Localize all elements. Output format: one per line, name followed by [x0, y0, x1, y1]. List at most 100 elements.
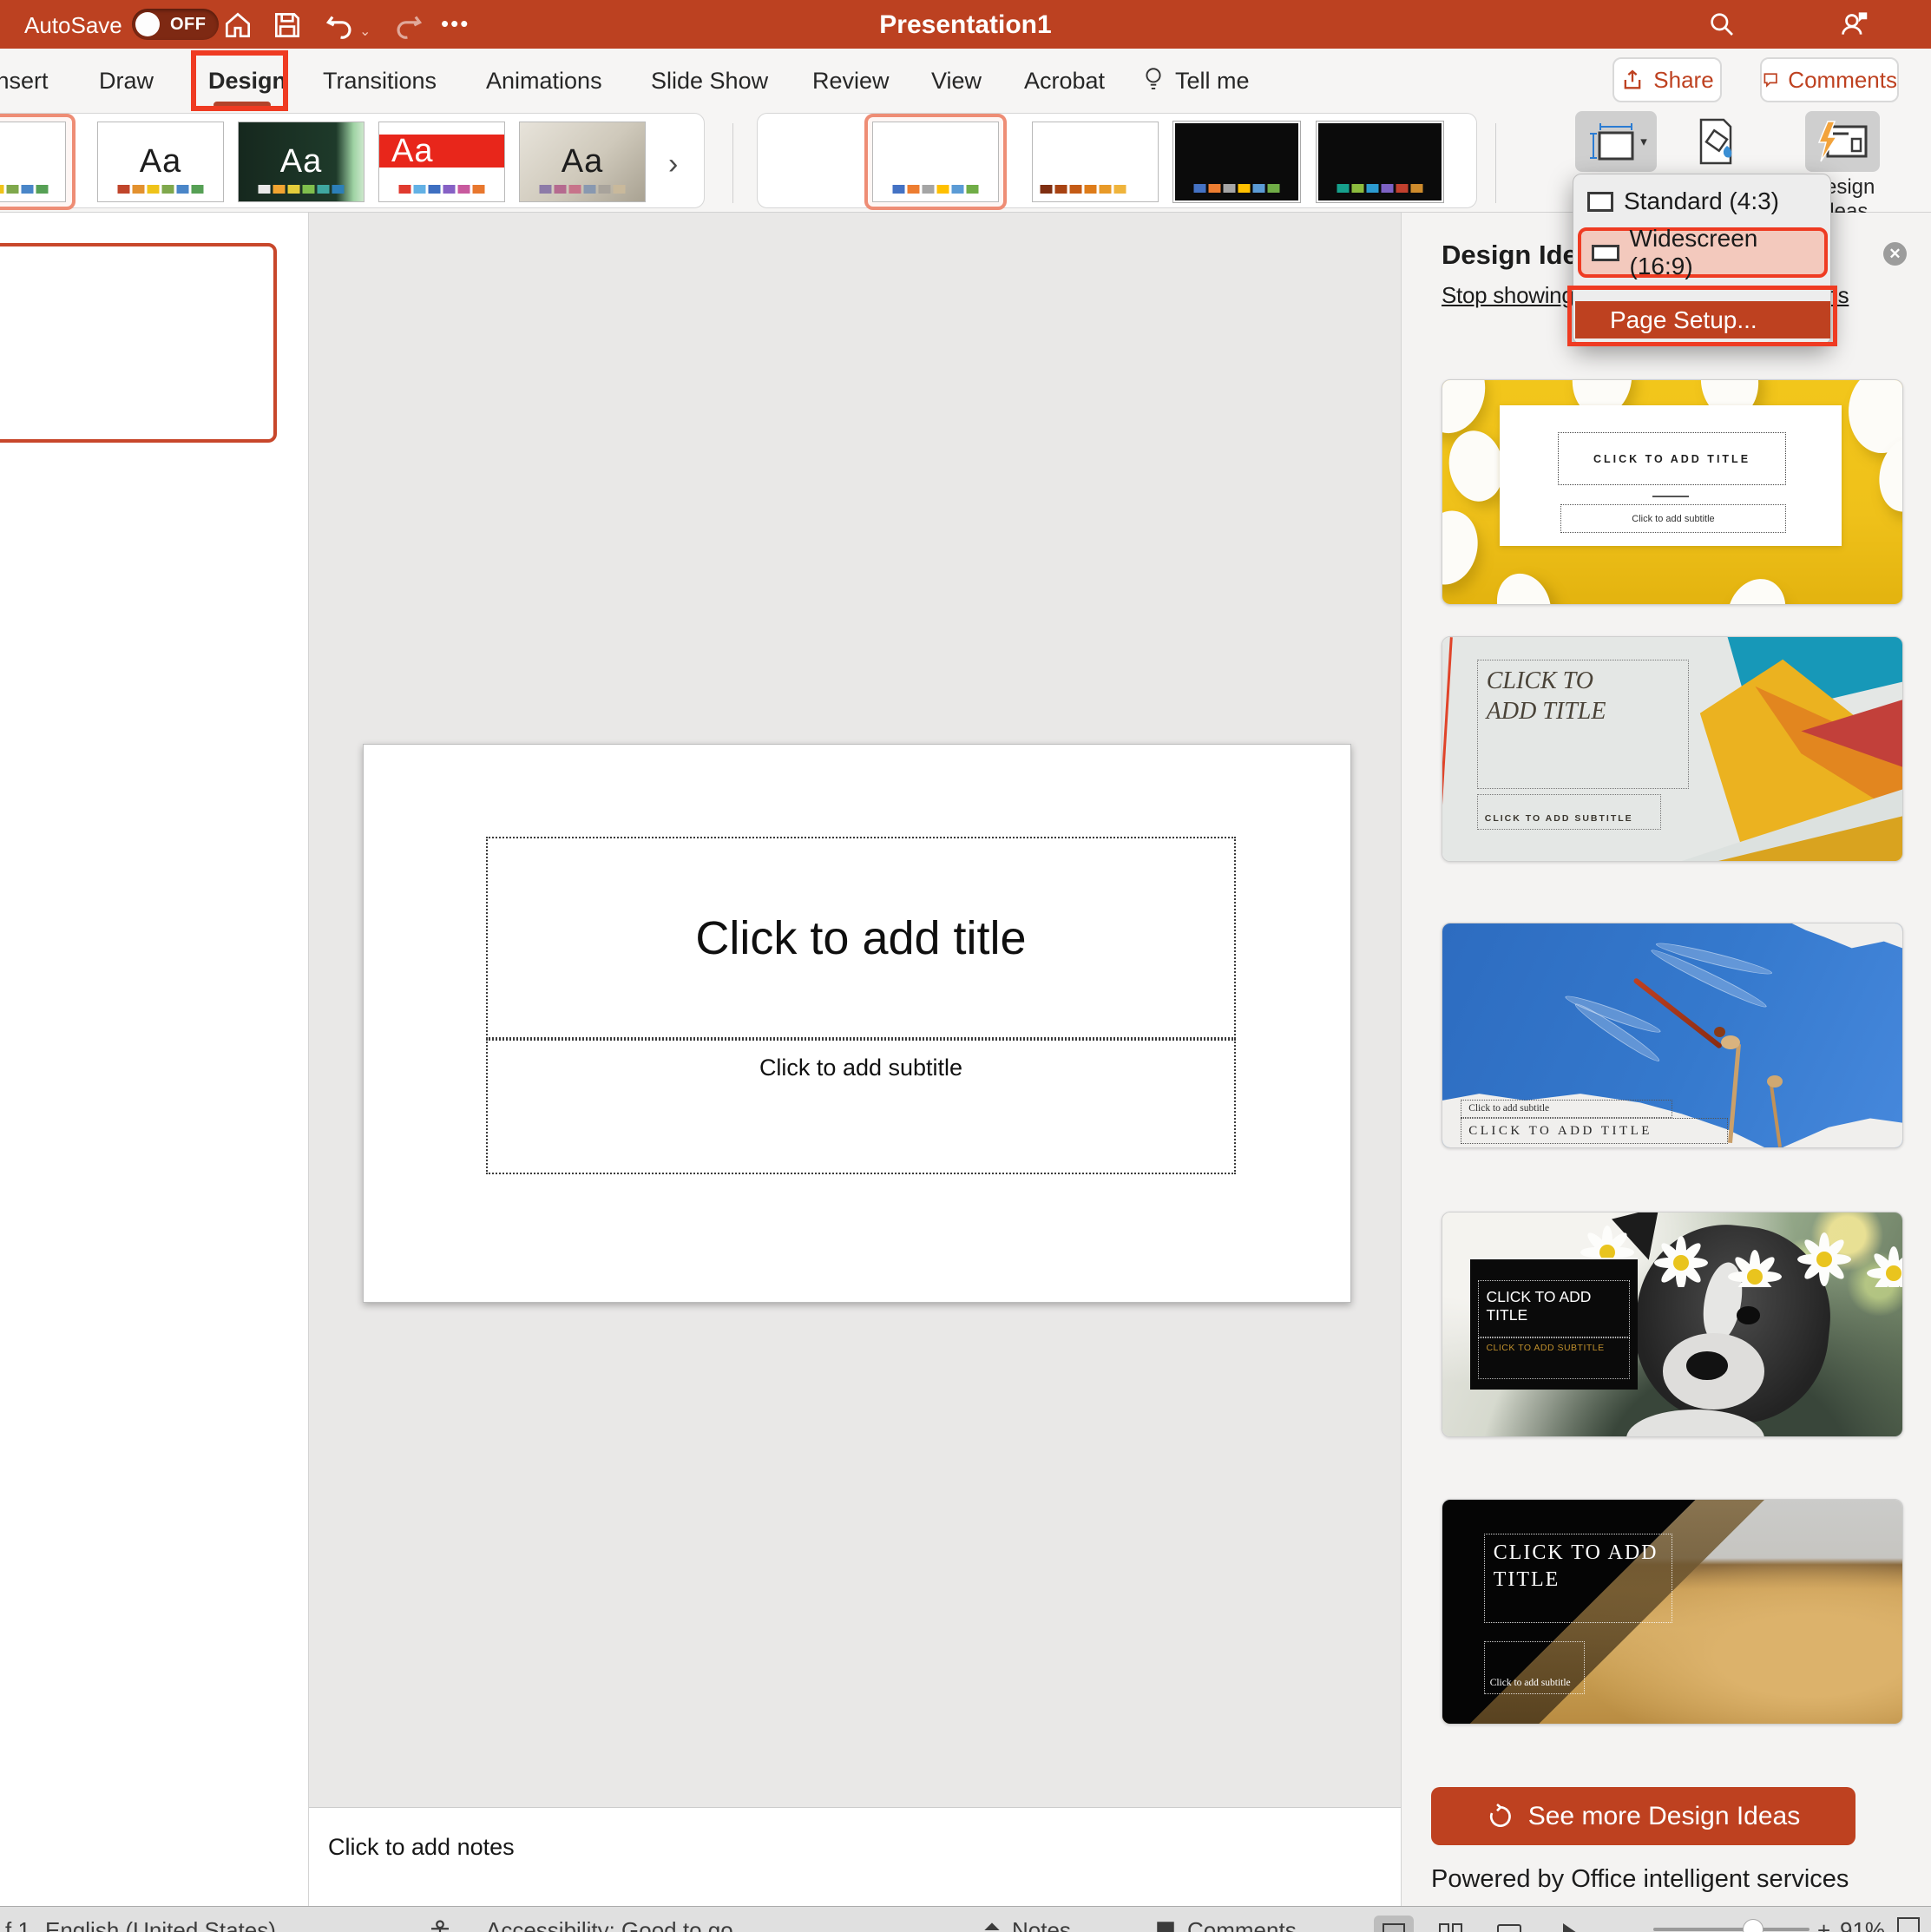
- theme-color-square: [147, 185, 160, 194]
- zoom-in-button[interactable]: +: [1817, 1917, 1830, 1932]
- theme-color-square: [1069, 185, 1082, 194]
- design-ideas-icon: [1817, 121, 1868, 162]
- variant-thumbnail[interactable]: [1032, 122, 1159, 202]
- close-icon[interactable]: ✕: [1883, 242, 1907, 266]
- zoom-slider-knob[interactable]: [1743, 1919, 1764, 1932]
- thumb-text-panel: CLICK TO ADD TITLE CLICK TO ADD SUBTITLE: [1469, 1257, 1639, 1390]
- design-idea-thumbnail-desert[interactable]: CLICK TO ADD TITLE Click to add subtitle: [1442, 1499, 1903, 1725]
- theme-color-square: [428, 185, 441, 194]
- thumb-subtitle-placeholder: Click to add subtitle: [1483, 1640, 1586, 1695]
- theme-color-square: [907, 185, 920, 194]
- more-commands-icon[interactable]: •••: [441, 10, 470, 37]
- comments-button[interactable]: Comments: [1760, 57, 1899, 102]
- variant-thumbnail[interactable]: [1316, 121, 1444, 203]
- geometric-art: CLICK TO ADD TITLE CLICK TO ADD SUBTITLE: [1442, 637, 1902, 861]
- thumb-title-placeholder: CLICK TO ADD TITLE: [1483, 1533, 1672, 1623]
- tab-slide-show[interactable]: Slide Show: [651, 68, 768, 95]
- share-icon: [1624, 69, 1641, 89]
- design-idea-thumbnail-eggs[interactable]: CLICK TO ADD TITLE Click to add subtitle: [1442, 379, 1903, 605]
- menu-item-standard[interactable]: Standard (4:3): [1577, 180, 1829, 223]
- redo-icon[interactable]: [392, 9, 425, 42]
- tab-transitions[interactable]: Transitions: [323, 68, 437, 95]
- notes-pane[interactable]: Click to add notes: [309, 1807, 1401, 1906]
- gallery-expand-chevron-icon[interactable]: ›: [668, 148, 678, 181]
- notes-toggle[interactable]: Notes: [1012, 1917, 1071, 1932]
- slide-thumbnail-1[interactable]: [0, 243, 277, 443]
- variant-thumbnail[interactable]: [1172, 121, 1301, 203]
- search-icon[interactable]: [1708, 10, 1736, 38]
- tab-review[interactable]: Review: [812, 68, 890, 95]
- thumb-title-placeholder: CLICK TO ADD TITLE: [1461, 1118, 1728, 1145]
- theme-color-square: [936, 185, 949, 194]
- design-idea-thumbnail-puppy[interactable]: CLICK TO ADD TITLE CLICK TO ADD SUBTITLE: [1442, 1212, 1903, 1437]
- format-background-icon: [1699, 118, 1732, 165]
- comments-toggle[interactable]: Comments: [1187, 1917, 1297, 1932]
- design-idea-thumbnail-dragonfly[interactable]: Click to add subtitle CLICK TO ADD TITLE: [1442, 923, 1903, 1148]
- slideshow-view-button[interactable]: [1550, 1916, 1590, 1932]
- home-icon[interactable]: [221, 9, 254, 42]
- menu-item-widescreen[interactable]: Widescreen (16:9): [1578, 225, 1828, 279]
- slide-canvas[interactable]: Click to add title Click to add subtitle: [363, 744, 1351, 1303]
- titlebar: AutoSave OFF ⌄ ••• Presentation1: [0, 0, 1931, 49]
- account-icon[interactable]: [1838, 7, 1871, 40]
- theme-thumbnail-current[interactable]: [0, 122, 66, 202]
- theme-thumbnail[interactable]: Aa: [97, 122, 224, 202]
- theme-color-square: [1113, 185, 1126, 194]
- share-button[interactable]: Share: [1612, 57, 1722, 102]
- tab-insert[interactable]: Insert: [0, 68, 49, 95]
- normal-view-button[interactable]: [1374, 1916, 1414, 1932]
- accessibility-icon: [431, 1920, 449, 1932]
- subtitle-placeholder[interactable]: Click to add subtitle: [486, 1039, 1236, 1174]
- theme-color-square: [117, 185, 130, 194]
- tab-animations[interactable]: Animations: [486, 68, 602, 95]
- save-icon[interactable]: [271, 9, 304, 42]
- tab-draw[interactable]: Draw: [99, 68, 154, 95]
- slide-sorter-view-button[interactable]: [1430, 1916, 1470, 1932]
- title-placeholder[interactable]: Click to add title: [486, 837, 1236, 1039]
- gallery-divider: [1495, 123, 1496, 203]
- theme-color-square: [287, 185, 300, 194]
- slide-size-button[interactable]: ▾: [1575, 111, 1657, 172]
- accessibility-status[interactable]: Accessibility: Good to go: [486, 1917, 733, 1932]
- theme-color-square: [554, 185, 567, 194]
- theme-color-square: [6, 185, 19, 194]
- see-more-design-ideas-button[interactable]: See more Design Ideas: [1431, 1787, 1855, 1845]
- thumb-subtitle-placeholder: CLICK TO ADD SUBTITLE: [1478, 1337, 1630, 1379]
- fit-slide-icon[interactable]: [1897, 1917, 1920, 1932]
- theme-color-square: [457, 185, 470, 194]
- thumb-subtitle-placeholder: CLICK TO ADD SUBTITLE: [1476, 793, 1661, 830]
- theme-color-square: [36, 185, 49, 194]
- language-status[interactable]: English (United States): [45, 1917, 276, 1932]
- design-idea-thumbnail-geometric[interactable]: CLICK TO ADD TITLE CLICK TO ADD SUBTITLE: [1442, 636, 1903, 862]
- undo-chevron-icon[interactable]: ⌄: [359, 23, 371, 40]
- zoom-slider-track[interactable]: [1653, 1928, 1809, 1931]
- theme-color-square: [1223, 184, 1236, 193]
- powerpoint-window: { "titlebar": { "autosave_label": "AutoS…: [0, 0, 1931, 1932]
- theme-color-square: [1099, 185, 1112, 194]
- dragonfly-body: [1632, 976, 1723, 1049]
- theme-thumbnail[interactable]: Aa: [378, 122, 505, 202]
- theme-thumbnail[interactable]: Aa: [519, 122, 646, 202]
- zoom-level[interactable]: 91%: [1840, 1917, 1885, 1932]
- theme-color-square: [1084, 185, 1097, 194]
- page-setup-annotation-box: [1567, 286, 1837, 346]
- autosave-toggle[interactable]: OFF: [132, 9, 219, 40]
- theme-color-square: [0, 185, 4, 194]
- chevron-down-icon: ▾: [1640, 135, 1647, 149]
- slide-size-icon: [1590, 123, 1634, 161]
- tab-acrobat[interactable]: Acrobat: [1024, 68, 1105, 95]
- undo-icon[interactable]: [323, 9, 356, 42]
- slide-thumbnails-panel: [0, 213, 309, 1906]
- reading-view-button[interactable]: [1489, 1916, 1529, 1932]
- theme-color-square: [568, 185, 581, 194]
- design-ideas-button[interactable]: [1805, 111, 1880, 172]
- notes-placeholder: Click to add notes: [328, 1834, 515, 1860]
- tab-view[interactable]: View: [931, 68, 982, 95]
- theme-color-square: [191, 185, 204, 194]
- variant-thumbnail-selected[interactable]: [872, 122, 999, 202]
- format-background-button[interactable]: [1685, 111, 1749, 172]
- theme-thumbnail[interactable]: Aa: [238, 122, 365, 202]
- theme-color-square: [273, 185, 286, 194]
- theme-color-square: [613, 185, 626, 194]
- tab-tell-me[interactable]: Tell me: [1175, 68, 1250, 95]
